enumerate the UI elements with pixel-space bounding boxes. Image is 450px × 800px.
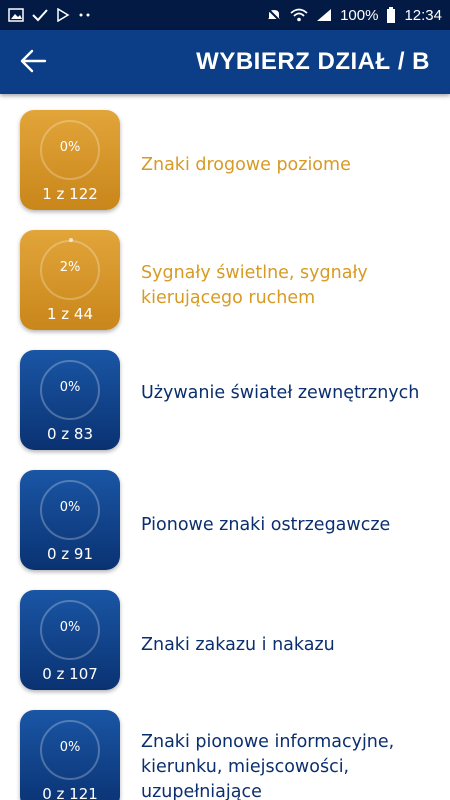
mute-icon (267, 8, 281, 22)
section-row[interactable]: 0% 0 z 91 Pionowe znaki ostrzegawcze (0, 454, 450, 574)
section-progress-tile[interactable]: 2% 1 z 44 (20, 230, 120, 330)
section-title[interactable]: Używanie świateł zewnętrznych (141, 381, 431, 406)
section-percent: 0% (59, 380, 81, 395)
clock: 12:34 (404, 6, 442, 24)
check-icon (32, 9, 48, 22)
section-percent: 0% (59, 500, 81, 515)
more-icon (79, 13, 90, 17)
section-progress-tile[interactable]: 0% 0 z 91 (20, 470, 120, 570)
signal-icon (317, 9, 332, 21)
section-row[interactable]: 0% 0 z 121 Znaki pionowe informacyjne, k… (0, 694, 450, 800)
section-progress-tile[interactable]: 0% 1 z 122 (20, 110, 120, 210)
section-percent: 0% (59, 140, 81, 155)
section-row[interactable]: 0% 0 z 83 Używanie świateł zewnętrznych (0, 334, 450, 454)
section-percent: 0% (59, 740, 81, 755)
play-store-icon (57, 8, 70, 22)
section-title[interactable]: Znaki drogowe poziome (141, 153, 431, 178)
image-icon (8, 8, 24, 22)
section-title[interactable]: Sygnały świetlne, sygnały kierującego ru… (141, 261, 431, 311)
section-count: 1 z 44 (46, 305, 94, 323)
app-bar: WYBIERZ DZIAŁ / B (0, 30, 450, 94)
section-list: 0% 1 z 122 Znaki drogowe poziome 2% 1 z … (0, 94, 450, 800)
section-count: 0 z 121 (42, 785, 98, 800)
section-percent: 2% (59, 260, 81, 275)
section-row[interactable]: 2% 1 z 44 Sygnały świetlne, sygnały kier… (0, 214, 450, 334)
battery-percent: 100% (340, 6, 379, 24)
section-title[interactable]: Znaki zakazu i nakazu (141, 633, 431, 658)
section-title[interactable]: Znaki pionowe informacyjne, kierunku, mi… (141, 730, 431, 800)
section-percent: 0% (59, 620, 81, 635)
section-count: 0 z 83 (46, 425, 94, 443)
section-row[interactable]: 0% 1 z 122 Znaki drogowe poziome (0, 94, 450, 214)
section-row[interactable]: 0% 0 z 107 Znaki zakazu i nakazu (0, 574, 450, 694)
section-count: 0 z 107 (42, 665, 98, 683)
wifi-icon (290, 8, 308, 22)
section-count: 0 z 91 (46, 545, 94, 563)
back-button[interactable] (16, 44, 50, 78)
page-title: WYBIERZ DZIAŁ / B (196, 48, 430, 75)
status-bar: 100% 12:34 (0, 0, 450, 30)
section-progress-tile[interactable]: 0% 0 z 107 (20, 590, 120, 690)
status-right-icons: 100% 12:34 (266, 7, 442, 24)
arrow-left-icon (20, 49, 47, 73)
section-title[interactable]: Pionowe znaki ostrzegawcze (141, 513, 431, 538)
battery-icon (387, 7, 396, 23)
section-count: 1 z 122 (42, 185, 98, 203)
section-progress-tile[interactable]: 0% 0 z 83 (20, 350, 120, 450)
status-left-icons (8, 8, 92, 22)
section-progress-tile[interactable]: 0% 0 z 121 (20, 710, 120, 800)
progress-indicator (69, 238, 73, 242)
